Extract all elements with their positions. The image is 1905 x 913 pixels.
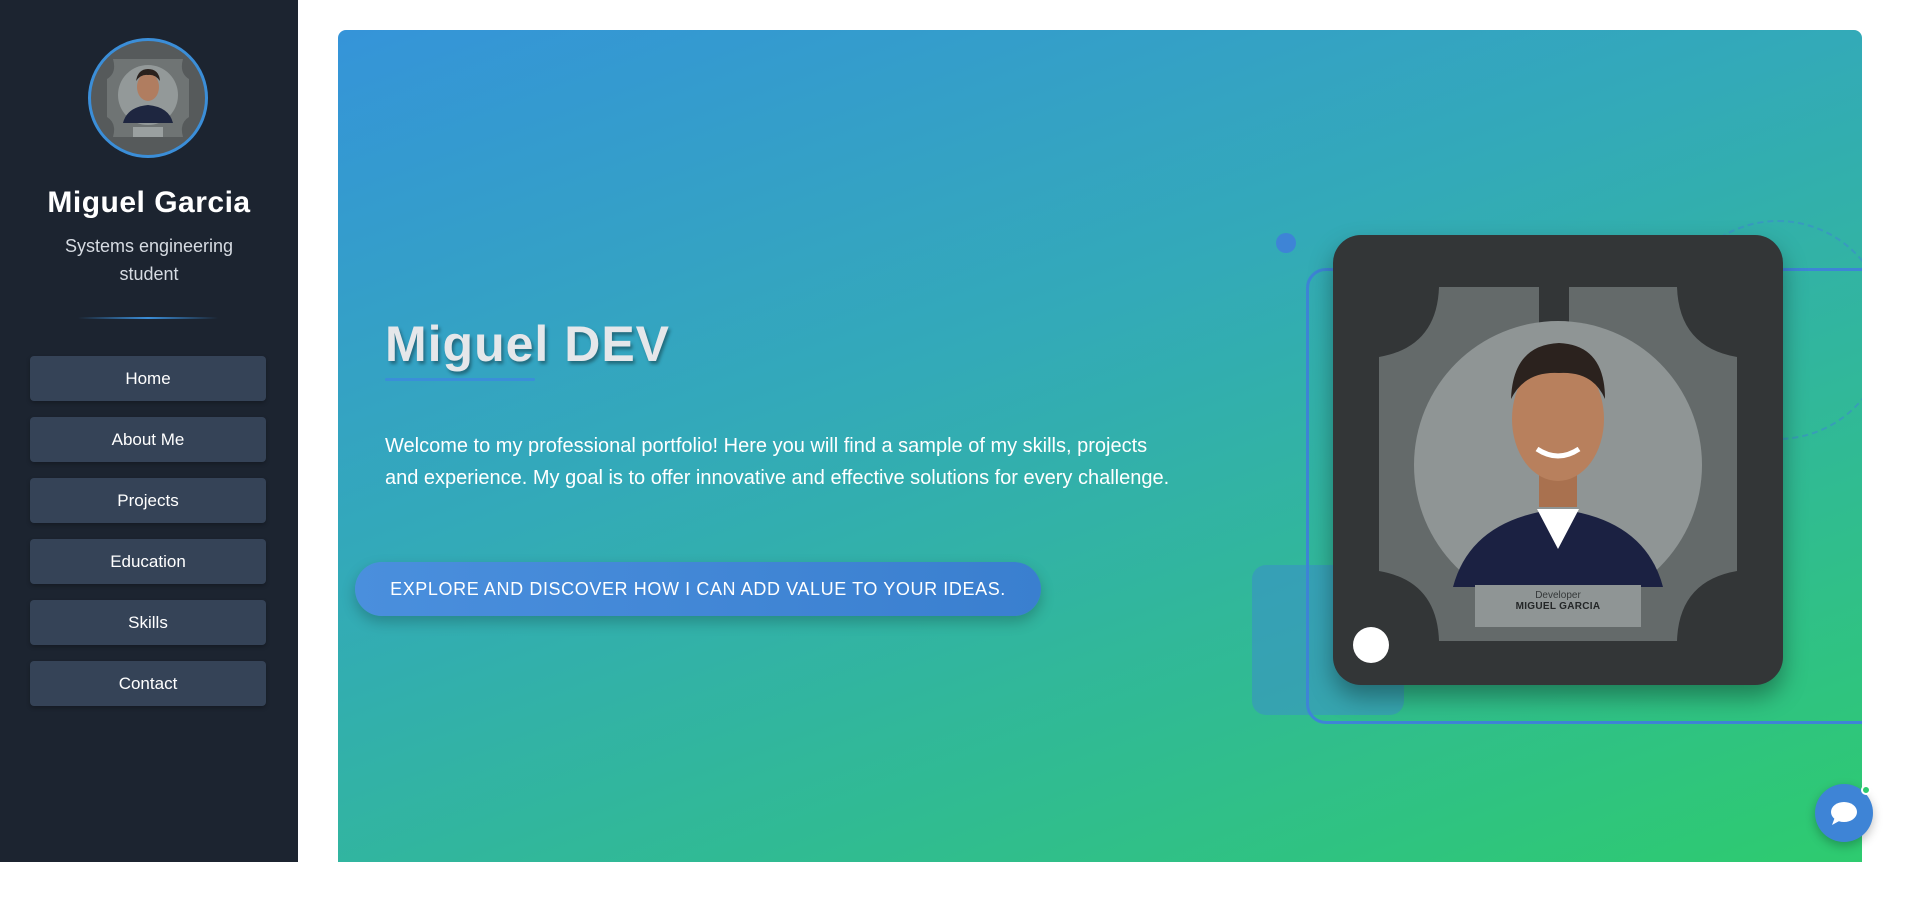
sidebar-nav: Home About Me Projects Education Skills …	[30, 356, 266, 722]
hero-title: Miguel DEV	[385, 316, 671, 372]
sidebar: Miguel Garcia Systems engineering studen…	[0, 0, 298, 862]
nav-item-education[interactable]: Education	[30, 539, 266, 584]
photo-badge: Developer MIGUEL GARCIA	[1475, 585, 1641, 627]
decorative-dot	[1276, 233, 1296, 253]
hero-description: Welcome to my professional portfolio! He…	[385, 435, 1170, 489]
sidebar-divider	[78, 317, 218, 319]
nav-item-projects[interactable]: Projects	[30, 478, 266, 523]
title-underline	[385, 378, 535, 381]
nav-item-contact[interactable]: Contact	[30, 661, 266, 706]
online-status-dot	[1861, 785, 1871, 795]
badge-name: MIGUEL GARCIA	[1515, 601, 1601, 612]
sidebar-name: Miguel Garcia	[47, 186, 251, 219]
nav-item-home[interactable]: Home	[30, 356, 266, 401]
hero-section: Miguel DEV Welcome to my professional po…	[338, 30, 1862, 862]
explore-button[interactable]: EXPLORE AND DISCOVER HOW I CAN ADD VALUE…	[355, 562, 1041, 616]
profile-photo-card: Developer MIGUEL GARCIA	[1333, 235, 1783, 685]
badge-role: Developer	[1535, 590, 1581, 601]
decorative-white-dot	[1353, 627, 1389, 663]
nav-item-about-me[interactable]: About Me	[30, 417, 266, 462]
nav-item-skills[interactable]: Skills	[30, 600, 266, 645]
avatar-image	[101, 51, 195, 145]
portfolio-page: Miguel Garcia Systems engineering studen…	[0, 0, 1905, 913]
avatar	[88, 38, 208, 158]
sidebar-role: Systems engineering student	[64, 236, 234, 284]
